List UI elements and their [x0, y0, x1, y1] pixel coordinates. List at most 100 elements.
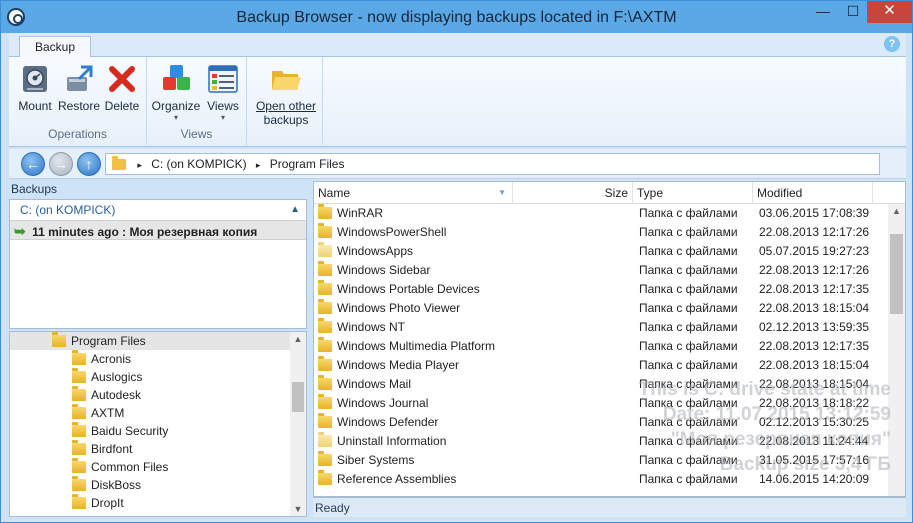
file-modified-cell: 03.06.2015 17:08:39 — [759, 206, 870, 220]
tree-item-label: Baidu Security — [91, 424, 169, 438]
tree-item[interactable]: Birdfont — [10, 440, 306, 458]
organize-cubes-icon — [163, 65, 190, 90]
address-path-field[interactable]: ▸ C: (on KOMPICK) ▸ Program Files — [105, 153, 880, 175]
tree-item[interactable]: DropIt — [10, 494, 306, 512]
file-row[interactable]: WindowsPowerShell Папка с файлами 22.08.20… — [314, 223, 905, 242]
file-name-label: Windows Multimedia Platform — [337, 339, 496, 353]
file-row[interactable]: Windows NT Папка с файлами 02.12.2013 13:5… — [314, 318, 905, 337]
backup-drive-group[interactable]: C: (on KOMPICK) ▲ — [10, 200, 306, 220]
file-name-label: Windows NT — [337, 320, 406, 334]
address-bar-row: ← → ↑ ▸ C: (on KOMPICK) ▸ Program Files — [9, 149, 906, 179]
file-name-label: Windows Portable Devices — [337, 282, 480, 296]
column-modified[interactable]: Modified — [753, 182, 873, 204]
open-other-label-line1: Open other — [255, 99, 317, 113]
tree-item-label: DropIt — [91, 496, 124, 510]
file-name-label: Windows Photo Viewer — [337, 301, 461, 315]
scroll-up-icon[interactable]: ▲ — [290, 334, 306, 344]
operations-group-label: Operations — [48, 127, 107, 141]
file-name-label: WindowsApps — [337, 244, 414, 258]
organize-dropdown-icon: ▾ — [173, 113, 178, 122]
file-modified-cell: 22.08.2013 12:17:35 — [759, 339, 870, 353]
tab-backup[interactable]: Backup — [19, 36, 91, 58]
tree-item-label: Autodesk — [91, 388, 142, 402]
list-scrollbar[interactable]: ▲ — [888, 204, 905, 496]
file-row[interactable]: Windows Sidebar Папка с файлами 22.08.2013… — [314, 261, 905, 280]
scroll-up-icon[interactable]: ▲ — [888, 206, 905, 216]
file-modified-cell: 02.12.2013 15:30:25 — [759, 415, 870, 429]
tree-scrollbar[interactable]: ▲ ▼ — [290, 332, 306, 516]
back-button[interactable]: ← — [21, 152, 45, 176]
folder-icon — [52, 332, 66, 347]
file-name-cell: Windows Journal — [318, 394, 514, 413]
file-row[interactable]: Windows Mail Папка с файлами 22.08.2013 18… — [314, 375, 905, 394]
mount-button[interactable]: Mount — [15, 63, 55, 113]
file-type-cell: Папка с файлами — [639, 434, 738, 448]
tree-item-program-files[interactable]: Program Files — [10, 332, 306, 350]
scroll-thumb[interactable] — [890, 234, 903, 314]
views-button[interactable]: Views ▾ — [203, 63, 243, 122]
file-name-label: Siber Systems — [337, 453, 415, 467]
title-bar[interactable]: Backup Browser - now displaying backups … — [1, 1, 912, 33]
file-name-cell: WindowsApps — [318, 242, 514, 261]
file-modified-cell: 31.05.2015 17:57:16 — [759, 453, 870, 467]
file-row[interactable]: Uninstall Information Папка с файлами 22.0… — [314, 432, 905, 451]
folder-icon — [318, 242, 332, 257]
help-icon[interactable]: ? — [884, 36, 900, 52]
folder-icon — [318, 451, 332, 466]
file-name-label: WindowsPowerShell — [337, 225, 447, 239]
tree-item[interactable]: Baidu Security — [10, 422, 306, 440]
restore-button[interactable]: Restore — [57, 63, 101, 113]
column-type[interactable]: Type — [633, 182, 753, 204]
tree-item[interactable]: Auslogics — [10, 368, 306, 386]
file-name-cell: Windows Mail — [318, 375, 514, 394]
backup-version-item[interactable]: ➥ 11 minutes ago : Моя резервная копия — [10, 220, 306, 240]
breadcrumb-separator: ▸ — [255, 160, 261, 170]
breadcrumb-program-files[interactable]: Program Files — [270, 154, 345, 174]
tree-item[interactable]: DiskBoss — [10, 476, 306, 494]
file-row[interactable]: Windows Portable Devices Папка с файлами 2… — [314, 280, 905, 299]
file-row[interactable]: Windows Multimedia Platform Папка с файла… — [314, 337, 905, 356]
file-row[interactable]: Reference Assemblies Папка с файлами 14.06… — [314, 470, 905, 489]
tree-item[interactable]: Acronis — [10, 350, 306, 368]
folder-icon — [318, 204, 332, 219]
file-type-cell: Папка с файлами — [639, 453, 738, 467]
tree-item-label: Birdfont — [91, 442, 133, 456]
folder-tree[interactable]: Program Files Acronis Auslogics Autodesk AX… — [9, 331, 307, 517]
file-name-cell: Windows Media Player — [318, 356, 514, 375]
file-name-cell: Windows Defender — [318, 413, 514, 432]
up-button[interactable]: ↑ — [77, 152, 101, 176]
organize-button[interactable]: Organize ▾ — [151, 63, 201, 122]
backup-version-label: 11 minutes ago : Моя резервная копия — [32, 225, 258, 239]
file-row[interactable]: Windows Defender Папка с файлами 02.12.201… — [314, 413, 905, 432]
folder-icon — [72, 386, 86, 401]
open-other-backups-button[interactable]: Open other backups — [251, 63, 321, 127]
views-label: Views — [207, 99, 239, 113]
file-row[interactable]: Windows Media Player Папка с файлами 22.08… — [314, 356, 905, 375]
file-modified-cell: 05.07.2015 19:27:23 — [759, 244, 870, 258]
folder-icon — [318, 280, 332, 295]
file-row[interactable]: Siber Systems Папка с файлами 31.05.2015 1… — [314, 451, 905, 470]
minimize-button[interactable]: — — [809, 1, 837, 23]
file-row[interactable]: Windows Photo Viewer Папка с файлами 22.08… — [314, 299, 905, 318]
tree-item[interactable]: Autodesk — [10, 386, 306, 404]
close-button[interactable]: ✕ — [867, 1, 912, 23]
scroll-down-icon[interactable]: ▼ — [290, 504, 306, 514]
tree-item-label: Acronis — [91, 352, 132, 366]
column-size[interactable]: Size — [513, 182, 633, 204]
breadcrumb-drive[interactable]: C: (on KOMPICK) — [151, 154, 246, 174]
file-row[interactable]: Windows Journal Папка с файлами 22.08.2013… — [314, 394, 905, 413]
file-row[interactable]: WindowsApps Папка с файлами 05.07.2015 19:… — [314, 242, 905, 261]
file-row[interactable]: WinRAR Папка с файлами 03.06.2015 17:08:39 — [314, 204, 905, 223]
maximize-button[interactable]: ☐ — [839, 1, 867, 23]
folder-icon — [72, 476, 86, 491]
forward-button[interactable]: → — [49, 152, 73, 176]
folder-icon — [318, 337, 332, 352]
ribbon-tab-strip: Backup ? — [9, 33, 906, 58]
delete-button[interactable]: Delete — [103, 63, 141, 113]
column-name[interactable]: Name ▼ — [314, 182, 513, 204]
scroll-thumb[interactable] — [292, 382, 304, 412]
folder-icon — [318, 299, 332, 314]
tree-item[interactable]: AXTM — [10, 404, 306, 422]
collapse-icon[interactable]: ▲ — [290, 200, 300, 220]
tree-item[interactable]: Common Files — [10, 458, 306, 476]
